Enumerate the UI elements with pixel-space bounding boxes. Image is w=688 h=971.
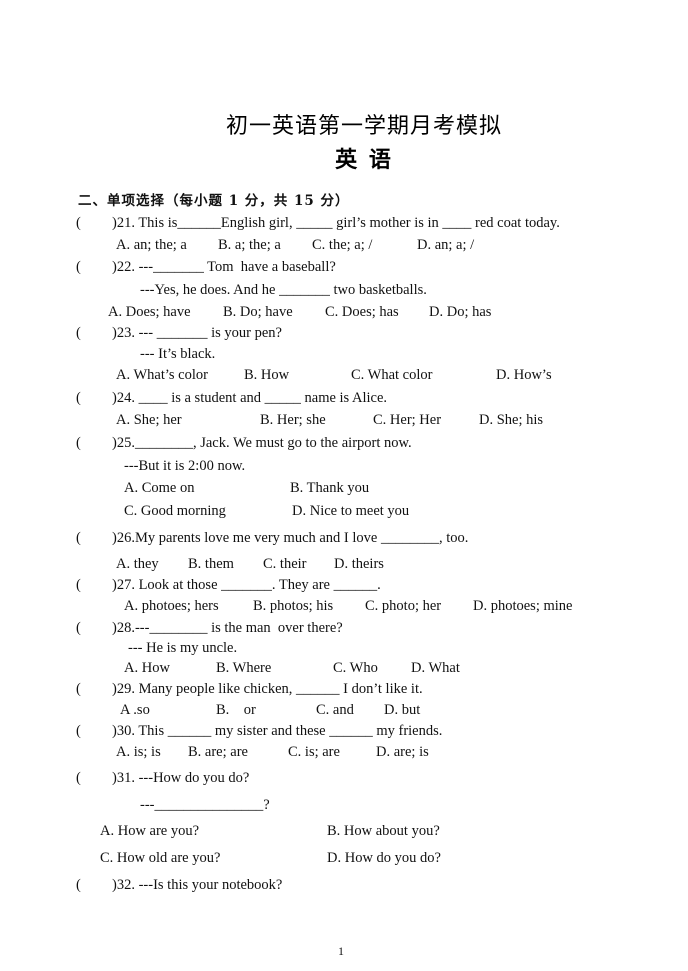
option-d: D. an; a; / bbox=[417, 237, 475, 253]
question-reply: --- He is my uncle. bbox=[128, 640, 238, 656]
answer-blank[interactable]: ( bbox=[76, 769, 81, 787]
answer-blank[interactable]: ( bbox=[76, 258, 81, 276]
option-c: C. How old are you? bbox=[100, 850, 221, 866]
answer-blank[interactable]: ( bbox=[76, 434, 81, 452]
option-b: B. them bbox=[188, 556, 234, 572]
option-c: C. Does; has bbox=[325, 304, 399, 320]
option-c: C. Her; Her bbox=[373, 412, 442, 428]
option-c: C. is; are bbox=[288, 744, 340, 760]
question-stem: )24. ____ is a student and _____ name is… bbox=[112, 390, 388, 406]
option-b: B. Do; have bbox=[223, 304, 293, 320]
question-stem: )32. ---Is this your notebook? bbox=[112, 877, 283, 893]
option-d: D. Do; has bbox=[429, 304, 492, 320]
option-b: B. How bbox=[244, 367, 290, 383]
section-heading: 二、单项选择（每小题 1 分，共 15 分） bbox=[78, 193, 350, 209]
answer-blank[interactable]: ( bbox=[76, 680, 81, 698]
answer-blank[interactable]: ( bbox=[76, 722, 81, 740]
document-subtitle: 英 语 bbox=[335, 148, 393, 173]
question-stem: )31. ---How do you do? bbox=[112, 770, 250, 786]
option-c: C. Who bbox=[333, 660, 378, 676]
question-reply: ---But it is 2:00 now. bbox=[124, 458, 246, 474]
page-number: 1 bbox=[338, 944, 344, 958]
answer-blank[interactable]: ( bbox=[76, 576, 81, 594]
answer-blank[interactable]: ( bbox=[76, 619, 81, 637]
option-d: D. How’s bbox=[496, 367, 552, 383]
option-b: B. a; the; a bbox=[218, 237, 281, 253]
option-a: A. Come on bbox=[124, 480, 195, 496]
option-a: A. an; the; a bbox=[116, 237, 187, 253]
document-title: 初一英语第一学期月考模拟 bbox=[225, 114, 502, 139]
option-a: A. What’s color bbox=[116, 367, 208, 383]
question-stem: )28.---________ is the man over there? bbox=[112, 620, 343, 636]
option-a: A. they bbox=[116, 556, 159, 572]
answer-blank[interactable]: ( bbox=[76, 324, 81, 342]
option-a: A. photoes; hers bbox=[124, 598, 219, 614]
option-c: C. the; a; / bbox=[312, 237, 373, 253]
option-b: B. Thank you bbox=[290, 480, 370, 496]
answer-blank[interactable]: ( bbox=[76, 529, 81, 547]
option-d: D. photoes; mine bbox=[473, 598, 573, 614]
question-stem: )25.________, Jack. We must go to the ai… bbox=[112, 435, 412, 451]
option-b: B. Where bbox=[216, 660, 272, 676]
option-d: D. theirs bbox=[334, 556, 384, 572]
question-stem: )21. This is______English girl, _____ gi… bbox=[112, 215, 560, 231]
question-stem: )27. Look at those _______. They are ___… bbox=[112, 577, 381, 593]
option-a: A. is; is bbox=[116, 744, 161, 760]
option-d: D. She; his bbox=[479, 412, 544, 428]
question-stem: )26.My parents love me very much and I l… bbox=[112, 530, 469, 546]
option-c: C. What color bbox=[351, 367, 433, 383]
option-b: B. are; are bbox=[188, 744, 248, 760]
option-b: B. or bbox=[216, 702, 256, 718]
option-c: C. and bbox=[316, 702, 354, 718]
question-stem: )30. This ______ my sister and these ___… bbox=[112, 723, 443, 739]
question-reply: --- It’s black. bbox=[140, 346, 216, 362]
option-c: C. Good morning bbox=[124, 503, 226, 519]
option-d: D. are; is bbox=[376, 744, 429, 760]
option-b: B. Her; she bbox=[260, 412, 326, 428]
question-reply: ---_______________? bbox=[140, 797, 270, 813]
answer-blank[interactable]: ( bbox=[76, 389, 81, 407]
option-d: D. What bbox=[411, 660, 460, 676]
question-reply: ---Yes, he does. And he _______ two bask… bbox=[140, 282, 427, 298]
option-c: C. photo; her bbox=[365, 598, 442, 614]
option-a: A. Does; have bbox=[108, 304, 191, 320]
option-d: D. Nice to meet you bbox=[292, 503, 410, 519]
option-d: D. but bbox=[384, 702, 421, 718]
option-c: C. their bbox=[263, 556, 307, 572]
option-a: A .so bbox=[120, 702, 150, 718]
option-d: D. How do you do? bbox=[327, 850, 441, 866]
option-a: A. How are you? bbox=[100, 823, 200, 839]
question-stem: )22. ---_______ Tom have a baseball? bbox=[112, 259, 336, 275]
option-a: A. How bbox=[124, 660, 170, 676]
option-b: B. How about you? bbox=[327, 823, 440, 839]
option-a: A. She; her bbox=[116, 412, 182, 428]
answer-blank[interactable]: ( bbox=[76, 214, 81, 232]
question-stem: )23. --- _______ is your pen? bbox=[112, 325, 282, 341]
answer-blank[interactable]: ( bbox=[76, 876, 81, 894]
question-stem: )29. Many people like chicken, ______ I … bbox=[112, 681, 423, 697]
option-b: B. photos; his bbox=[253, 598, 334, 614]
